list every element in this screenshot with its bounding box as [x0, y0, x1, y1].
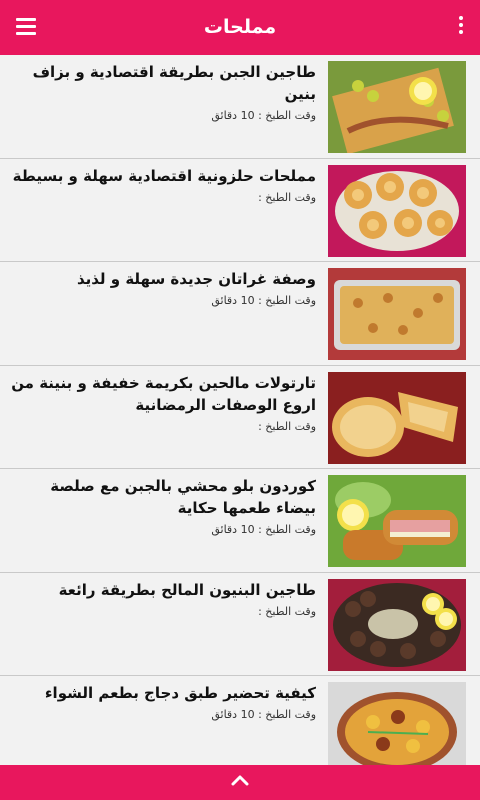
recipe-item[interactable]: تارتولات مالحين بكريمة خفيفة و بنينة من … [0, 365, 480, 469]
recipe-title: وصفة غراتان جديدة سهلة و لذيذ [76, 270, 316, 288]
recipe-meta: وقت الطبخ : [8, 418, 316, 436]
recipe-title: طاجين البنيون المالح بطريقة رائعة [58, 580, 316, 599]
recipe-text: طاجين البنيون المالح بطريقة رائعة وقت ال… [8, 579, 316, 621]
cook-time: 10 دقائق [211, 523, 255, 536]
bottom-bar [0, 765, 480, 800]
recipe-image [328, 578, 466, 671]
recipe-item[interactable]: طاجين البنيون المالح بطريقة رائعة وقت ال… [0, 572, 480, 676]
recipe-title: كيفية تحضير طبق دجاج بطعم الشواء [44, 684, 316, 702]
recipe-text: كيفية تحضير طبق دجاج بطعم الشواء وقت الط… [8, 682, 316, 724]
app-bar: مملحات [0, 0, 480, 55]
cook-time: 10 دقائق [211, 294, 255, 307]
recipe-text: وصفة غراتان جديدة سهلة و لذيذ وقت الطبخ … [8, 268, 316, 310]
recipe-meta: وقت الطبخ : 10 دقائق [8, 107, 316, 125]
cook-label: وقت الطبخ : [258, 708, 316, 721]
cook-label: وقت الطبخ : [258, 604, 316, 618]
recipe-meta: وقت الطبخ : [8, 603, 316, 621]
recipe-title: طاجين الجبن بطريقة اقتصادية و بزاف بنين [32, 63, 316, 103]
recipe-title: تارتولات مالحين بكريمة خفيفة و بنينة من … [11, 373, 316, 414]
recipe-item[interactable]: مملحات حلزونية اقتصادية سهلة و بسيطة وقت… [0, 158, 480, 262]
recipe-meta: وقت الطبخ : 10 دقائق [8, 292, 316, 310]
recipe-image [328, 371, 466, 464]
recipe-meta: وقت الطبخ : 10 دقائق [8, 521, 316, 539]
page-title: مملحات [203, 16, 277, 38]
chevron-up-icon[interactable] [230, 773, 250, 787]
recipe-text: مملحات حلزونية اقتصادية سهلة و بسيطة وقت… [8, 165, 316, 207]
recipe-title: مملحات حلزونية اقتصادية سهلة و بسيطة [12, 166, 316, 185]
cook-label: وقت الطبخ : [258, 190, 316, 204]
recipe-item[interactable]: وصفة غراتان جديدة سهلة و لذيذ وقت الطبخ … [0, 262, 480, 366]
recipe-meta: وقت الطبخ : [8, 189, 316, 207]
cook-time: 10 دقائق [211, 708, 255, 721]
recipe-list: طاجين الجبن بطريقة اقتصادية و بزاف بنين … [0, 55, 480, 765]
recipe-item[interactable]: كيفية تحضير طبق دجاج بطعم الشواء وقت الط… [0, 676, 480, 765]
recipe-text: كوردون بلو محشي بالجبن مع صلصة بيضاء طعم… [8, 475, 316, 539]
cook-label: وقت الطبخ : [258, 523, 316, 536]
more-vert-icon[interactable] [458, 16, 464, 40]
recipe-image [328, 475, 466, 567]
recipe-image [328, 268, 466, 360]
recipe-title: كوردون بلو محشي بالجبن مع صلصة بيضاء طعم… [50, 477, 316, 517]
recipe-image [328, 682, 466, 765]
cook-time: 10 دقائق [211, 109, 255, 122]
cook-label: وقت الطبخ : [258, 294, 316, 307]
cook-label: وقت الطبخ : [258, 419, 316, 433]
recipe-image [328, 61, 466, 153]
recipe-meta: وقت الطبخ : 10 دقائق [8, 706, 316, 724]
cook-label: وقت الطبخ : [258, 109, 316, 122]
recipe-image [328, 164, 466, 257]
recipe-text: طاجين الجبن بطريقة اقتصادية و بزاف بنين … [8, 61, 316, 125]
recipe-item[interactable]: كوردون بلو محشي بالجبن مع صلصة بيضاء طعم… [0, 469, 480, 573]
recipe-text: تارتولات مالحين بكريمة خفيفة و بنينة من … [8, 372, 316, 436]
recipe-item[interactable]: طاجين الجبن بطريقة اقتصادية و بزاف بنين … [0, 55, 480, 159]
